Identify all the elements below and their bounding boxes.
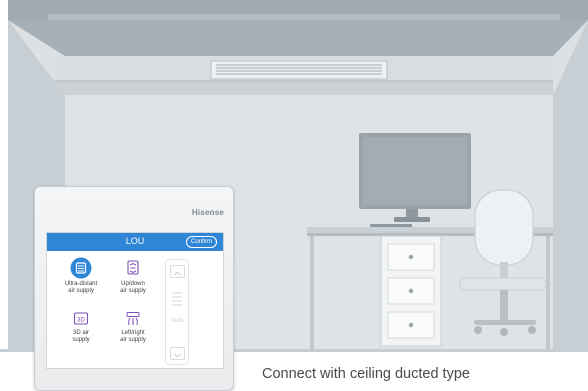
scroll-down-button[interactable] (170, 347, 185, 360)
chevron-down-icon (174, 353, 181, 358)
mode-label-line2: supply (72, 336, 90, 343)
confirm-button[interactable]: Confirm (185, 236, 217, 248)
brand-logo: Hisense (191, 208, 224, 217)
screen-header: LOU Confirm (47, 233, 223, 251)
wired-controller: Hisense LOU Confirm Ultra-distant air su… (34, 186, 234, 391)
controller-screen: LOU Confirm Ultra-distant air supply Up/… (46, 232, 224, 369)
auto-label: Auto (170, 318, 184, 324)
keyboard (370, 224, 412, 227)
scroll-up-button[interactable] (170, 265, 185, 278)
3d-icon-text: 3D (77, 318, 85, 324)
mode-ultra-distant[interactable]: Ultra-distant air supply (55, 257, 107, 294)
side-control-strip: Auto (165, 259, 189, 365)
mode-label-line2: air supply (120, 287, 146, 294)
caption-text: Connect with ceiling ducted type (262, 366, 470, 382)
mode-3d-air[interactable]: 3D 3D air supply (55, 310, 107, 343)
up-down-air-icon (127, 260, 139, 275)
mode-up-down[interactable]: Up/down air supply (107, 257, 159, 294)
mode-label-line2: air supply (68, 287, 94, 294)
fan-icon (172, 292, 182, 306)
left-right-air-icon (126, 312, 140, 326)
chevron-up-icon (174, 271, 181, 276)
ultra-distant-air-icon (70, 257, 92, 279)
monitor (359, 133, 471, 222)
mode-left-right[interactable]: Left/right air supply (107, 310, 159, 343)
duct-grille (210, 60, 388, 80)
3d-air-icon: 3D (73, 312, 89, 325)
mode-label-line2: air supply (120, 336, 146, 343)
